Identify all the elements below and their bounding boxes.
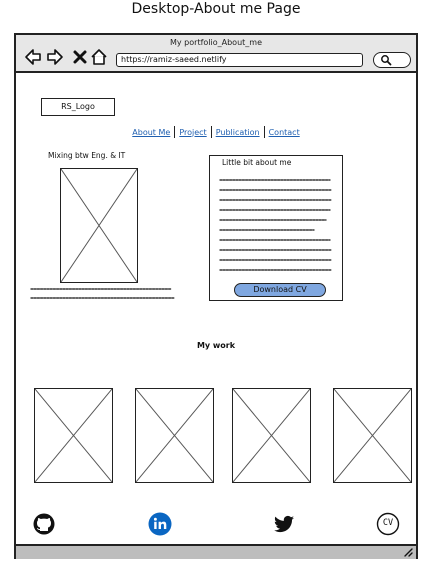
window-title: My portfolio_About_me bbox=[170, 38, 262, 47]
cv-icon-label: CV bbox=[382, 518, 394, 528]
address-bar[interactable]: https://ramiz-saeed.netlify bbox=[116, 53, 363, 67]
my-work-title: My work bbox=[196, 341, 236, 350]
work-thumbnail-3[interactable] bbox=[232, 388, 311, 483]
main-nav: About Me Project Publication Contact bbox=[16, 126, 416, 138]
resize-handle-icon[interactable] bbox=[401, 547, 413, 557]
nav-contact[interactable]: Contact bbox=[265, 128, 304, 137]
download-cv-button[interactable]: Download CV bbox=[234, 283, 326, 297]
home-icon[interactable] bbox=[90, 48, 108, 66]
browser-titlebar: My portfolio_About_me https://ramiz-saee… bbox=[16, 35, 416, 73]
cv-icon[interactable]: CV bbox=[376, 512, 400, 536]
nav-project[interactable]: Project bbox=[175, 128, 210, 137]
work-thumbnail-4[interactable] bbox=[333, 388, 412, 483]
browser-statusbar bbox=[16, 544, 416, 559]
twitter-icon[interactable] bbox=[272, 512, 296, 536]
nav-publication[interactable]: Publication bbox=[212, 128, 264, 137]
about-title: Little bit about me bbox=[222, 158, 292, 167]
left-text-scribble bbox=[30, 288, 175, 299]
page-heading: Desktop-About me Page bbox=[131, 1, 301, 17]
left-caption: Mixing btw Eng. & IT bbox=[48, 151, 126, 160]
nav-about-me[interactable]: About Me bbox=[128, 128, 174, 137]
profile-image-placeholder bbox=[60, 168, 138, 283]
about-box: Little bit about me Download CV bbox=[209, 155, 343, 301]
forward-arrow-icon[interactable] bbox=[46, 48, 64, 66]
back-arrow-icon[interactable] bbox=[24, 48, 42, 66]
close-icon[interactable] bbox=[71, 48, 89, 66]
about-text-scribble bbox=[219, 179, 333, 271]
linkedin-icon[interactable] bbox=[148, 512, 172, 536]
github-icon[interactable] bbox=[32, 512, 56, 536]
work-thumbnail-1[interactable] bbox=[34, 388, 113, 483]
browser-window: My portfolio_About_me https://ramiz-saee… bbox=[14, 33, 418, 559]
search-icon bbox=[381, 55, 392, 66]
work-thumbnail-2[interactable] bbox=[135, 388, 214, 483]
search-box[interactable] bbox=[373, 52, 411, 68]
site-logo[interactable]: RS_Logo bbox=[41, 98, 115, 116]
